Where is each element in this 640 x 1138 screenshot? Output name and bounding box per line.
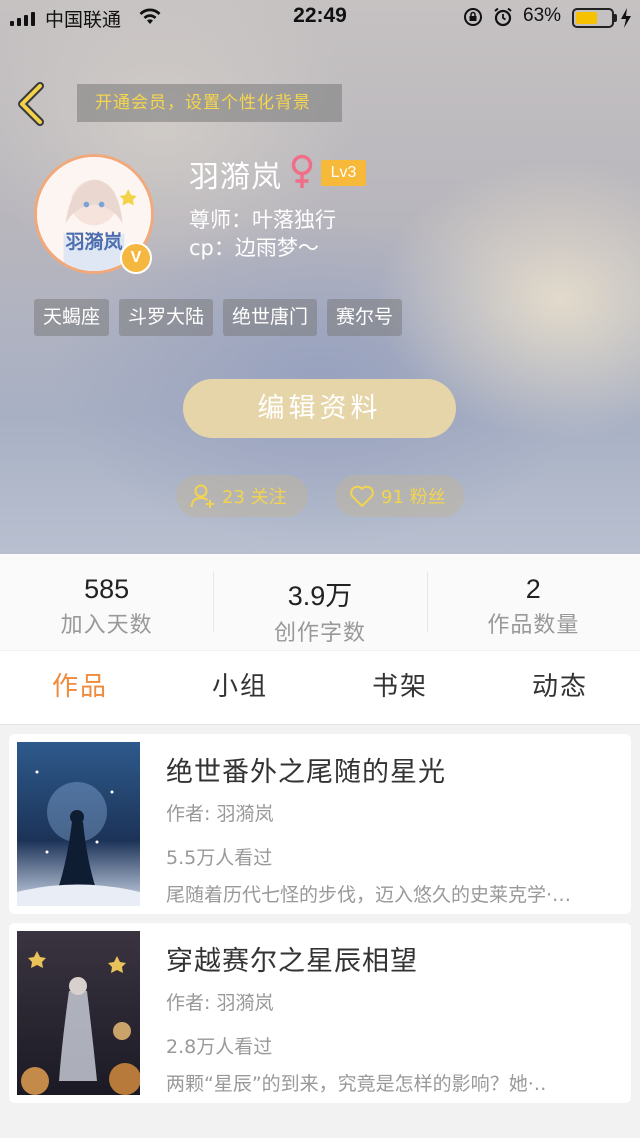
book-views: 5.5万人看过 [166, 847, 273, 869]
stats-bar: 585 加入天数 3.9万 创作字数 2 作品数量 [0, 554, 640, 650]
tag-item[interactable]: 绝世唐门 [223, 299, 318, 336]
tag-item[interactable]: 斗罗大陆 [119, 299, 214, 336]
stat-value: 585 [84, 574, 130, 604]
tab-activity[interactable]: 动态 [480, 651, 640, 724]
charging-icon [621, 8, 631, 28]
orientation-lock-icon [464, 8, 482, 26]
back-button[interactable] [14, 82, 50, 126]
level-badge: Lv3 [321, 160, 366, 186]
tab-works[interactable]: 作品 [0, 651, 160, 724]
username: 羽漪岚 [189, 160, 282, 195]
stat-label: 作品数量 [487, 613, 580, 638]
stat-works-count: 2 作品数量 [426, 554, 640, 650]
tab-groups[interactable]: 小组 [160, 651, 320, 724]
svg-text:羽漪岚: 羽漪岚 [65, 230, 122, 253]
tag-item[interactable]: 天蝎座 [34, 299, 110, 336]
battery-percent: 63% [523, 5, 562, 26]
verified-badge: V [120, 242, 152, 274]
fans-button[interactable]: 91 粉丝 [335, 475, 464, 517]
book-description: 尾随着历代七怪的步伐，迈入悠久的史莱克学·… [166, 884, 572, 906]
list-item[interactable]: 穿越赛尔之星辰相望 作者: 羽漪岚 2.8万人看过 两颗“星辰”的到来，究竟是怎… [9, 923, 631, 1103]
book-title: 绝世番外之尾随的星光 [166, 757, 446, 788]
profile-header: 中国联通 22:49 63% 开通会员，设置个性化背景 羽漪岚 V 羽漪岚 Lv… [0, 0, 640, 554]
cp-text: cp：边雨梦～ [189, 236, 319, 260]
alarm-icon [494, 7, 512, 27]
stat-label: 加入天数 [60, 613, 153, 638]
follow-user-icon [190, 484, 214, 508]
following-button[interactable]: 23 关注 [176, 475, 308, 517]
stat-label: 创作字数 [273, 621, 366, 646]
vip-background-banner[interactable]: 开通会员，设置个性化背景 [77, 84, 342, 122]
tab-bookshelf[interactable]: 书架 [320, 651, 480, 724]
fans-label: 91 粉丝 [381, 487, 446, 508]
book-author: 作者: 羽漪岚 [166, 992, 274, 1014]
stat-word-count: 3.9万 创作字数 [213, 554, 426, 650]
battery-icon [572, 8, 614, 28]
book-views: 2.8万人看过 [166, 1036, 273, 1058]
stat-value: 2 [525, 574, 541, 604]
book-title: 穿越赛尔之星辰相望 [166, 946, 418, 977]
heart-icon [350, 485, 374, 507]
status-bar: 中国联通 22:49 63% [0, 0, 640, 36]
tag-item[interactable]: 赛尔号 [327, 299, 403, 336]
book-description: 两颗“星辰”的到来，究竟是怎样的影响？她·‥ [166, 1073, 547, 1095]
edit-profile-button[interactable]: 编辑资料 [183, 379, 456, 438]
tag-list: 天蝎座 斗罗大陆 绝世唐门 赛尔号 [34, 299, 403, 336]
book-cover [17, 742, 140, 906]
stat-value: 3.9万 [287, 581, 353, 611]
book-author: 作者: 羽漪岚 [166, 803, 274, 825]
female-icon [291, 154, 313, 188]
mentor-text: 尊师：叶落独行 [189, 208, 336, 232]
profile-tabs: 作品 小组 书架 动态 [0, 651, 640, 725]
following-label: 23 关注 [222, 487, 287, 508]
book-cover [17, 931, 140, 1095]
stat-days-joined: 585 加入天数 [0, 554, 213, 650]
list-item[interactable]: 绝世番外之尾随的星光 作者: 羽漪岚 5.5万人看过 尾随着历代七怪的步伐，迈入… [9, 734, 631, 914]
